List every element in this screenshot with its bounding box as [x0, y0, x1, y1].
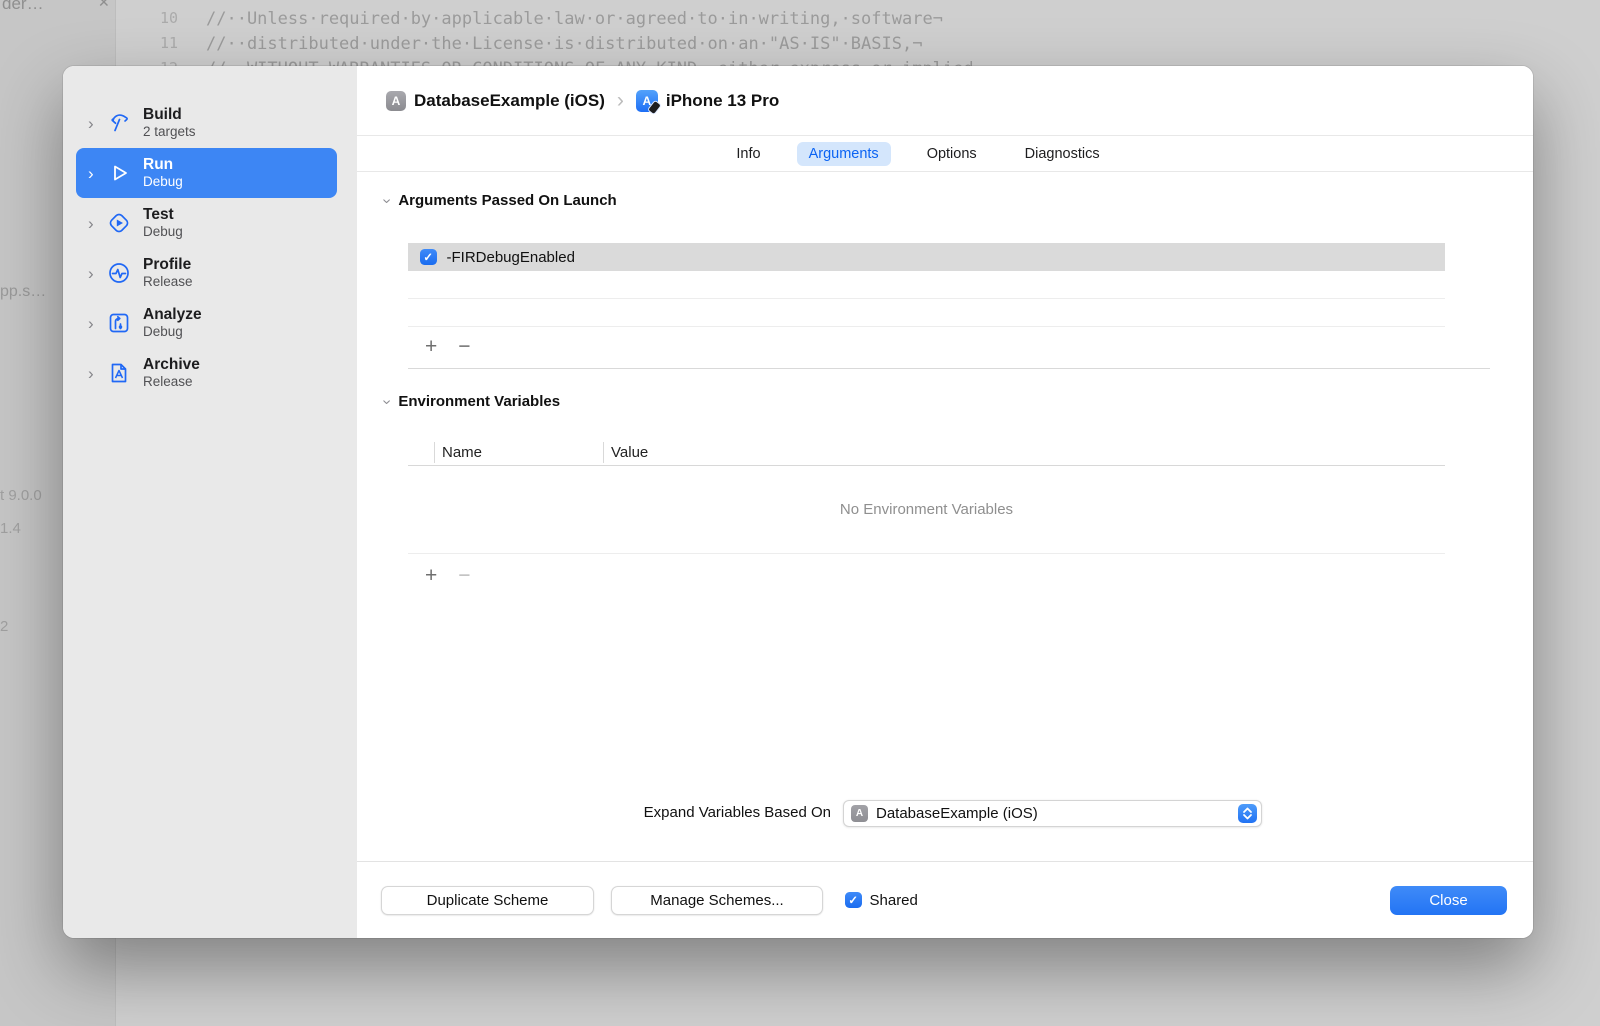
disclosure-chevron-icon[interactable]: › [88, 365, 104, 382]
sidebar-item-title: Build [143, 105, 182, 123]
code-line: 10 //··Unless·required·by·applicable·law… [116, 9, 1600, 35]
sidebar-item-title: Profile [143, 255, 192, 273]
remove-argument-button[interactable]: − [458, 336, 470, 357]
profile-pulse-icon [104, 259, 134, 287]
code-text: //··Unless·required·by·applicable·law·or… [206, 9, 943, 29]
close-button[interactable]: Close [1390, 885, 1507, 915]
sidebar-item-subtitle: Debug [143, 224, 183, 240]
section-divider [408, 368, 1490, 369]
tab-close-icon[interactable]: ✕ [98, 0, 110, 11]
argument-checkbox[interactable]: ✓ [420, 248, 437, 266]
sidebar-item-subtitle: Debug [143, 324, 183, 340]
sidebar-item-run[interactable]: › Run Debug [76, 148, 337, 198]
env-column-value: Value [611, 444, 649, 461]
env-table-header: Name Value [408, 440, 1445, 466]
popup-selected-value: DatabaseExample (iOS) [876, 805, 1038, 822]
arguments-tab-content: › Arguments Passed On Launch ✓ -FIRDebug… [357, 172, 1533, 861]
sidebar-item-subtitle: 2 targets [143, 124, 196, 140]
code-line: 11 //··distributed·under·the·License·is·… [116, 34, 1600, 60]
sidebar-item-test[interactable]: › Test Debug [76, 198, 337, 248]
env-add-remove: + − [425, 565, 471, 586]
line-number: 10 [159, 9, 178, 27]
sidebar-item-subtitle: Release [143, 374, 193, 390]
breadcrumb-chevron-icon: › [616, 88, 624, 112]
archive-document-icon [104, 359, 134, 387]
shared-checkbox-group[interactable]: ✓ Shared [845, 892, 918, 909]
code-text: //··distributed·under·the·License·is·dis… [206, 34, 923, 54]
section-title: Arguments Passed On Launch [398, 192, 617, 209]
expand-variables-label: Expand Variables Based On [643, 804, 831, 821]
disclosure-chevron-icon[interactable]: › [88, 165, 104, 182]
column-divider[interactable] [603, 442, 604, 463]
shared-checkbox[interactable]: ✓ [845, 891, 862, 909]
empty-row [408, 271, 1445, 299]
sidebar-item-title: Run [143, 155, 174, 173]
arguments-table: ✓ -FIRDebugEnabled [408, 243, 1445, 327]
play-icon [104, 159, 134, 187]
argument-label[interactable]: -FIRDebugEnabled [447, 249, 575, 266]
section-title: Environment Variables [398, 393, 561, 410]
argument-row[interactable]: ✓ -FIRDebugEnabled [408, 243, 1445, 271]
breadcrumb: A DatabaseExample (iOS) › A iPhone 13 Pr… [386, 88, 779, 115]
navigator-file-label: pp.s… [0, 283, 47, 300]
sidebar-item-build[interactable]: › Build 2 targets [76, 98, 337, 148]
sidebar-item-archive[interactable]: › Archive Release [76, 348, 337, 398]
disclosure-chevron-icon[interactable]: › [88, 115, 104, 132]
duplicate-scheme-button[interactable]: Duplicate Scheme [381, 885, 594, 915]
add-argument-button[interactable]: + [425, 336, 437, 357]
navigator-item: 2 [0, 618, 9, 635]
test-diamond-icon [104, 209, 134, 237]
env-empty-placeholder: No Environment Variables [408, 466, 1445, 554]
app-target-icon: A [386, 90, 406, 111]
remove-env-var-button[interactable]: − [458, 565, 470, 586]
navigator-item: 1.4 [0, 520, 21, 537]
arguments-add-remove: + − [425, 336, 471, 357]
env-table: Name Value No Environment Variables [408, 440, 1445, 554]
arguments-section-header: › Arguments Passed On Launch [379, 192, 617, 209]
hammer-icon [104, 109, 134, 137]
sidebar-item-title: Archive [143, 355, 200, 373]
editor-tab-title: der… [2, 0, 44, 13]
env-column-name: Name [442, 444, 483, 461]
sidebar-item-subtitle: Debug [143, 174, 183, 190]
app-target-icon: A [851, 805, 868, 822]
device-icon: A [635, 89, 662, 115]
tab-diagnostics[interactable]: Diagnostics [1013, 142, 1112, 166]
expand-variables-popup[interactable]: A DatabaseExample (iOS) [843, 800, 1262, 827]
sidebar-item-title: Analyze [143, 305, 202, 323]
tab-options[interactable]: Options [915, 142, 989, 166]
navigator-item: t 9.0.0 [0, 487, 42, 504]
line-number: 11 [159, 34, 178, 52]
disclosure-chevron-icon[interactable]: › [88, 315, 104, 332]
shared-label: Shared [869, 891, 918, 909]
dialog-footer: Duplicate Scheme Manage Schemes... ✓ Sha… [357, 861, 1533, 938]
sidebar-item-title: Test [143, 205, 174, 223]
scheme-main-panel: A DatabaseExample (iOS) › A iPhone 13 Pr… [357, 66, 1533, 938]
section-chevron-icon[interactable]: › [379, 399, 396, 404]
disclosure-chevron-icon[interactable]: › [88, 265, 104, 282]
tab-arguments[interactable]: Arguments [796, 141, 891, 166]
popup-stepper-icon[interactable] [1238, 804, 1257, 823]
sidebar-item-analyze[interactable]: › Analyze Debug [76, 298, 337, 348]
empty-row [408, 299, 1445, 327]
scheme-header: A DatabaseExample (iOS) › A iPhone 13 Pr… [357, 66, 1533, 136]
tab-info[interactable]: Info [724, 142, 772, 166]
scheme-sidebar: › Build 2 targets › Run Debug › Test Deb… [63, 66, 357, 938]
analyze-branch-icon [104, 309, 134, 337]
expand-variables-row: Expand Variables Based On A DatabaseExam… [357, 800, 1533, 827]
column-divider [434, 442, 435, 463]
add-env-var-button[interactable]: + [425, 565, 437, 586]
disclosure-chevron-icon[interactable]: › [88, 215, 104, 232]
section-chevron-icon[interactable]: › [379, 198, 396, 203]
sidebar-item-profile[interactable]: › Profile Release [76, 248, 337, 298]
breadcrumb-project[interactable]: DatabaseExample (iOS) [414, 91, 605, 111]
sidebar-item-subtitle: Release [143, 274, 193, 290]
breadcrumb-device[interactable]: iPhone 13 Pro [666, 91, 779, 111]
env-section-header: › Environment Variables [379, 393, 561, 410]
scheme-editor-dialog: › Build 2 targets › Run Debug › Test Deb… [63, 66, 1533, 938]
manage-schemes-button[interactable]: Manage Schemes... [611, 885, 823, 915]
tab-bar: Info Arguments Options Diagnostics [357, 136, 1533, 172]
